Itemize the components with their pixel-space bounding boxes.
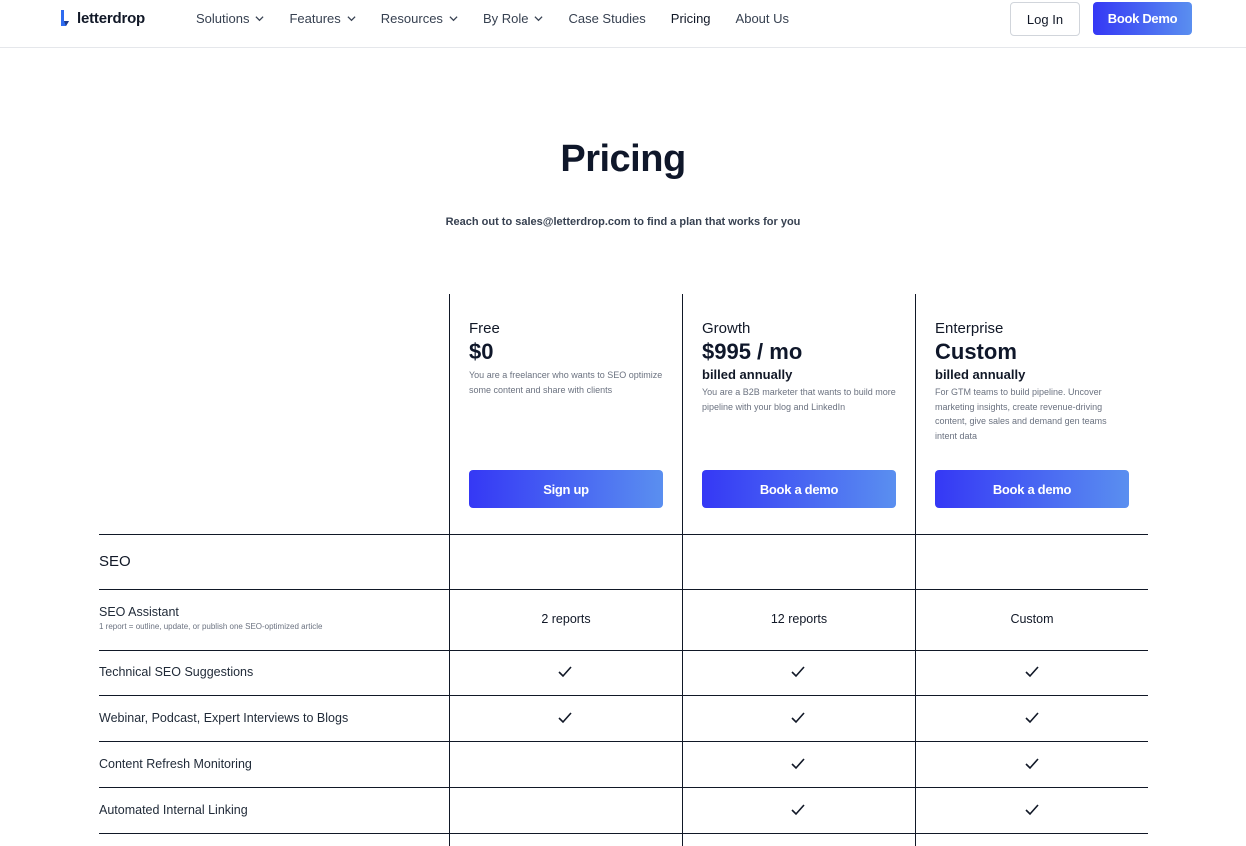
nav-label: Solutions xyxy=(196,11,250,26)
check-icon xyxy=(791,712,805,724)
chevron-down-icon xyxy=(534,16,544,22)
nav-item-by-role[interactable]: By Role xyxy=(483,11,544,26)
book-a-demo-button[interactable]: Book a demo xyxy=(702,470,896,508)
plan-description: You are a B2B marketer that wants to bui… xyxy=(702,387,896,412)
plan-enterprise: Enterprise Custom billed annually For GT… xyxy=(935,320,1149,443)
check-icon xyxy=(558,666,572,678)
check-icon xyxy=(1025,758,1039,770)
chevron-down-icon xyxy=(449,16,458,22)
check-icon xyxy=(1025,712,1039,724)
nav-label: Pricing xyxy=(670,11,711,26)
plan-free: Free $0 You are a freelancer who wants t… xyxy=(469,320,683,397)
row-divider xyxy=(99,833,1148,834)
feature-content-refresh-monitoring: Content Refresh Monitoring xyxy=(99,757,252,771)
nav-item-solutions[interactable]: Solutions xyxy=(196,11,265,26)
row-divider xyxy=(99,695,1148,696)
nav-item-pricing[interactable]: Pricing xyxy=(671,11,711,26)
plan-name: Free xyxy=(469,320,500,337)
check-icon xyxy=(791,666,805,678)
plan-description: You are a freelancer who wants to SEO op… xyxy=(469,370,663,395)
feature-seo-assistant: SEO Assistant 1 report = outline, update… xyxy=(99,605,322,631)
check-icon xyxy=(791,804,805,816)
check-icon xyxy=(1025,804,1039,816)
check-icon xyxy=(558,712,572,724)
feature-automated-internal-linking: Automated Internal Linking xyxy=(99,803,248,817)
feature-technical-seo-suggestions: Technical SEO Suggestions xyxy=(99,665,254,679)
book-demo-button[interactable]: Book Demo xyxy=(1093,2,1192,35)
row-divider xyxy=(99,589,1148,590)
feature-name: SEO Assistant xyxy=(99,605,179,619)
row-divider xyxy=(99,787,1148,788)
nav-label: About Us xyxy=(735,11,790,26)
table-cell: 2 reports xyxy=(541,612,591,626)
logo[interactable]: letterdrop xyxy=(59,9,145,27)
feature-webinar-podcast-to-blogs: Webinar, Podcast, Expert Interviews to B… xyxy=(99,711,349,725)
plan-name: Growth xyxy=(702,320,751,337)
row-divider xyxy=(99,534,1148,535)
login-button[interactable]: Log In xyxy=(1010,2,1080,36)
letterdrop-logo-icon xyxy=(61,10,69,26)
table-cell: Custom xyxy=(1010,612,1054,626)
top-nav: letterdrop Solutions Features Resources … xyxy=(0,0,1246,48)
plan-name: Enterprise xyxy=(935,320,1004,337)
nav-label: Resources xyxy=(380,11,443,26)
check-icon xyxy=(1025,666,1039,678)
nav-item-resources[interactable]: Resources xyxy=(381,11,458,26)
plan-billing: billed annually xyxy=(702,367,793,382)
column-divider xyxy=(449,294,450,846)
nav-item-about-us[interactable]: About Us xyxy=(736,11,789,26)
section-label-seo: SEO xyxy=(99,553,131,570)
row-divider xyxy=(99,650,1148,651)
book-a-demo-button[interactable]: Book a demo xyxy=(935,470,1129,508)
plan-price: Custom xyxy=(935,339,1017,364)
check-icon xyxy=(791,758,805,770)
plan-price: $995 / mo xyxy=(702,339,803,364)
plan-price: $0 xyxy=(469,339,494,364)
table-cell: 12 reports xyxy=(770,612,828,626)
row-divider xyxy=(99,741,1148,742)
chevron-down-icon xyxy=(347,16,356,22)
plan-billing: billed annually xyxy=(935,367,1026,382)
page-title: Pricing xyxy=(560,138,686,180)
page-subtitle: Reach out to sales@letterdrop.com to fin… xyxy=(445,216,801,228)
logo-text: letterdrop xyxy=(77,9,146,27)
nav-label: By Role xyxy=(482,11,529,26)
sign-up-button[interactable]: Sign up xyxy=(469,470,663,508)
nav-item-features[interactable]: Features xyxy=(289,11,356,26)
plan-description: For GTM teams to build pipeline. Uncover… xyxy=(935,387,1107,441)
nav-item-case-studies[interactable]: Case Studies xyxy=(568,11,645,26)
chevron-down-icon xyxy=(255,16,265,22)
nav-links: Solutions Features Resources By Role Cas… xyxy=(196,0,814,37)
feature-note: 1 report = outline, update, or publish o… xyxy=(99,622,323,631)
plan-growth: Growth $995 / mo billed annually You are… xyxy=(702,320,916,414)
nav-label: Features xyxy=(289,11,341,26)
nav-label: Case Studies xyxy=(568,11,646,26)
